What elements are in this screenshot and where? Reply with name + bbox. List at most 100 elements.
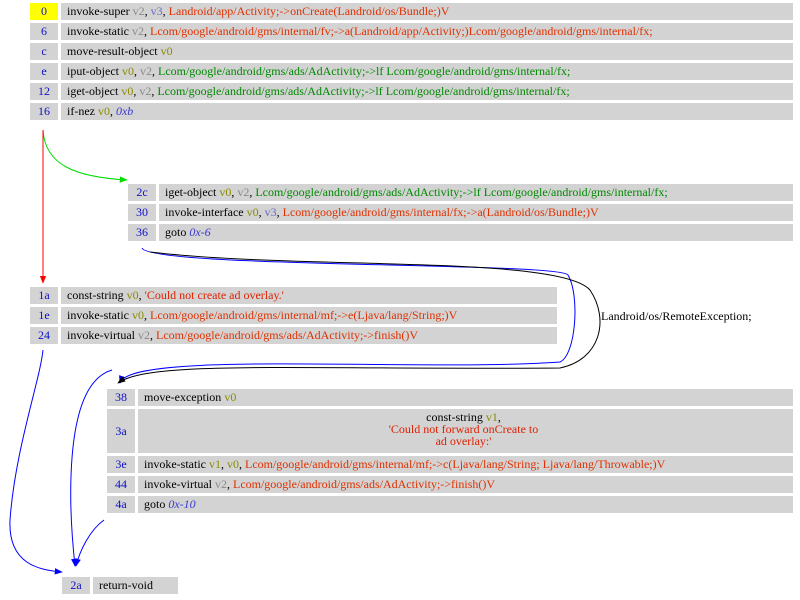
instruction-text: invoke-interface v0, v3, Lcom/google/and… <box>159 204 793 221</box>
instruction-text: invoke-static v0, Lcom/google/android/gm… <box>61 307 557 324</box>
instruction-row: c move-result-object v0 <box>30 43 793 60</box>
opcode: return-void <box>99 578 153 592</box>
instruction-row: 2a return-void <box>62 577 178 594</box>
opcode: const-string <box>67 288 124 302</box>
operand: Lcom/google/android/gms/internal/mf;->e(… <box>149 308 458 322</box>
instruction-offset: 3e <box>107 456 135 473</box>
operand: 0x-6 <box>189 225 211 239</box>
instruction-row: 30 invoke-interface v0, v3, Lcom/google/a… <box>128 204 793 221</box>
instruction-row: 3a const-string v1, 'Could not forward onC… <box>107 409 793 453</box>
operand: Lcom/google/android/gms/internal/fx;->a(… <box>282 205 599 219</box>
instruction-text: goto 0x-10 <box>138 496 793 513</box>
instruction-row: 4a goto 0x-10 <box>107 496 793 513</box>
edge-4a-to-2a <box>74 519 105 567</box>
operand: v2 <box>237 185 250 199</box>
opcode: move-exception <box>144 390 222 404</box>
opcode: iget-object <box>165 185 217 199</box>
basic-block-0: 0 invoke-super v2, v3, Landroid/app/Activ… <box>30 3 793 123</box>
operand: Lcom/google/android/gms/ads/AdActivity;-… <box>155 328 419 342</box>
operand: v3 <box>150 4 163 18</box>
instruction-row: 24 invoke-virtual v2, Lcom/google/android… <box>30 327 557 344</box>
operand: v0 <box>160 44 173 58</box>
basic-block-2a: 2a return-void <box>62 577 178 597</box>
operand: v0 <box>224 390 237 404</box>
operand: 0xb <box>115 104 134 118</box>
opcode: invoke-static <box>67 308 129 322</box>
opcode: invoke-static <box>144 457 206 471</box>
instruction-row: 36 goto 0x-6 <box>128 224 793 241</box>
edge-true-16-to-2c <box>42 129 128 183</box>
instruction-row: 12 iget-object v0, v2, Lcom/google/androi… <box>30 83 793 100</box>
operand: Lcom/google/android/gms/ads/AdActivity;-… <box>157 84 570 98</box>
instruction-offset: 16 <box>30 103 58 120</box>
edge-goto-to-2a-a <box>70 369 113 567</box>
instruction-row: 1e invoke-static v0, Lcom/google/android/… <box>30 307 557 324</box>
instruction-text: iget-object v0, v2, Lcom/google/android/… <box>159 184 793 201</box>
operand: Landroid/app/Activity;->onCreate(Landroi… <box>168 4 450 18</box>
instruction-offset: 1e <box>30 307 58 324</box>
operand: v2 <box>139 84 152 98</box>
instruction-offset: c <box>30 43 58 60</box>
instruction-row: 3e invoke-static v1, v0, Lcom/google/andr… <box>107 456 793 473</box>
instruction-row: 44 invoke-virtual v2, Lcom/google/android… <box>107 476 793 493</box>
opcode: invoke-virtual <box>144 477 212 491</box>
instruction-row: 38 move-exception v0 <box>107 389 793 406</box>
instruction-row: 0 invoke-super v2, v3, Landroid/app/Activ… <box>30 3 793 20</box>
operand: v3 <box>264 205 277 219</box>
operand: v1 <box>208 457 221 471</box>
operand: v2 <box>137 328 150 342</box>
instruction-text: invoke-virtual v2, Lcom/google/android/g… <box>138 476 793 493</box>
edge-24-to-2a <box>9 349 63 575</box>
instruction-row: 2c iget-object v0, v2, Lcom/google/androi… <box>128 184 793 201</box>
instruction-text: const-string v1, 'Could not forward onCre… <box>138 409 793 453</box>
instruction-text: invoke-static v2, Lcom/google/android/gm… <box>61 23 793 40</box>
operand: v0 <box>226 457 239 471</box>
operand: Lcom/google/android/gms/ads/AdActivity;-… <box>157 64 571 78</box>
basic-block-38: 38 move-exception v0 3a const-string v1, 'Co… <box>107 389 793 516</box>
instruction-offset: 30 <box>128 204 156 221</box>
instruction-text: invoke-virtual v2, Lcom/google/android/g… <box>61 327 557 344</box>
operand: v0 <box>121 84 134 98</box>
instruction-text: const-string v0, 'Could not create ad ov… <box>61 287 557 304</box>
opcode: goto <box>144 497 166 511</box>
instruction-offset: 0 <box>30 3 58 20</box>
instruction-offset: 2a <box>62 577 90 594</box>
operand: v0 <box>131 308 144 322</box>
instruction-offset: 4a <box>107 496 135 513</box>
opcode: goto <box>165 225 187 239</box>
instruction-text: iput-object v0, v2, Lcom/google/android/… <box>61 63 793 80</box>
operand: v2 <box>132 4 145 18</box>
instruction-offset: 36 <box>128 224 156 241</box>
instruction-text: move-result-object v0 <box>61 43 793 60</box>
operand: 0x-10 <box>168 497 196 511</box>
instruction-text: iget-object v0, v2, Lcom/google/android/… <box>61 83 793 100</box>
exception-edge-label: Landroid/os/RemoteException; <box>601 309 752 323</box>
basic-block-1a: 1a const-string v0, 'Could not create ad … <box>30 287 557 347</box>
opcode: invoke-interface <box>165 205 244 219</box>
instruction-row: 6 invoke-static v2, Lcom/google/android/g… <box>30 23 793 40</box>
operand: v0 <box>97 104 110 118</box>
opcode: move-result-object <box>67 44 158 58</box>
operand: 'Could not create ad overlay.' <box>144 288 284 302</box>
operand: v0 <box>246 205 259 219</box>
instruction-text: invoke-static v1, v0, Lcom/google/androi… <box>138 456 793 473</box>
opcode: if-nez <box>67 104 95 118</box>
opcode: iput-object <box>67 64 119 78</box>
instruction-offset: 44 <box>107 476 135 493</box>
instruction-offset: 12 <box>30 83 58 100</box>
operand: ad overlay:' <box>435 434 492 448</box>
operand: v0 <box>126 288 139 302</box>
operand: Lcom/google/android/gms/internal/fv;->a(… <box>149 24 653 38</box>
instruction-row: 16 if-nez v0, 0xb <box>30 103 793 120</box>
instruction-text: goto 0x-6 <box>159 224 793 241</box>
instruction-row: 1a const-string v0, 'Could not create ad … <box>30 287 557 304</box>
basic-block-2c: 2c iget-object v0, v2, Lcom/google/androi… <box>128 184 793 244</box>
instruction-row: e iput-object v0, v2, Lcom/google/android… <box>30 63 793 80</box>
operand: v2 <box>214 477 227 491</box>
operand: v0 <box>219 185 232 199</box>
instruction-offset: 2c <box>128 184 156 201</box>
opcode: invoke-static <box>67 24 129 38</box>
operand: Lcom/google/android/gms/ads/AdActivity;-… <box>232 477 496 491</box>
instruction-offset: 1a <box>30 287 58 304</box>
operand: v0 <box>121 64 134 78</box>
